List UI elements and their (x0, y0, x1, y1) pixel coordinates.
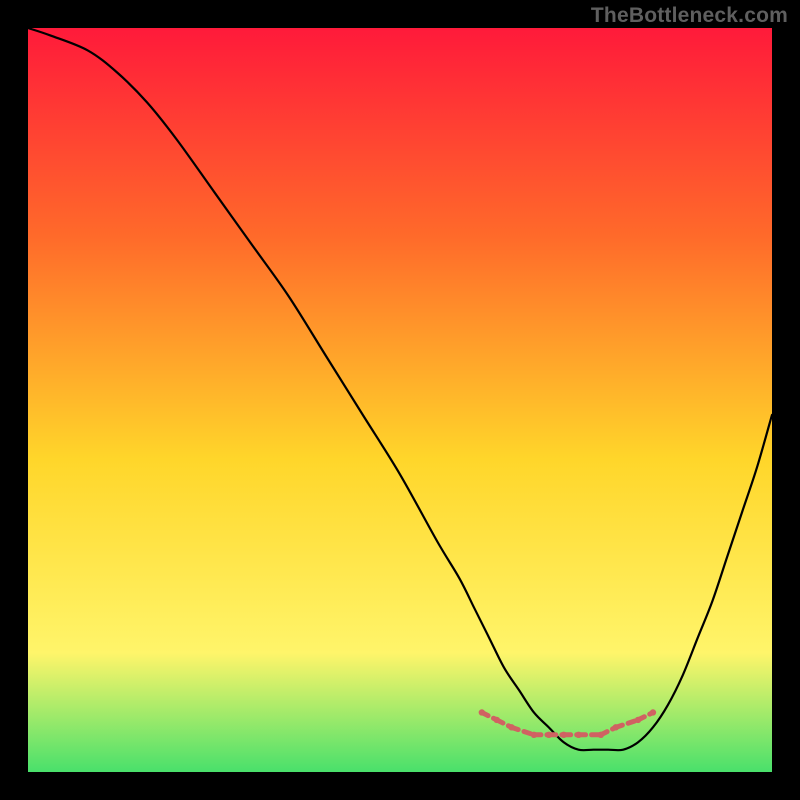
marker-dot (560, 732, 566, 738)
gradient-background (28, 28, 772, 772)
marker-dot (635, 717, 641, 723)
watermark-text: TheBottleneck.com (591, 4, 788, 28)
chart-container: TheBottleneck.com (0, 0, 800, 800)
plot-area (28, 28, 772, 772)
chart-svg (28, 28, 772, 772)
marker-dot (479, 709, 485, 715)
marker-dot (613, 724, 619, 730)
marker-dot (650, 709, 656, 715)
marker-dot (575, 732, 581, 738)
marker-dot (598, 732, 604, 738)
marker-dot (508, 724, 514, 730)
marker-dot (494, 717, 500, 723)
marker-dot (531, 732, 537, 738)
marker-dot (546, 732, 552, 738)
